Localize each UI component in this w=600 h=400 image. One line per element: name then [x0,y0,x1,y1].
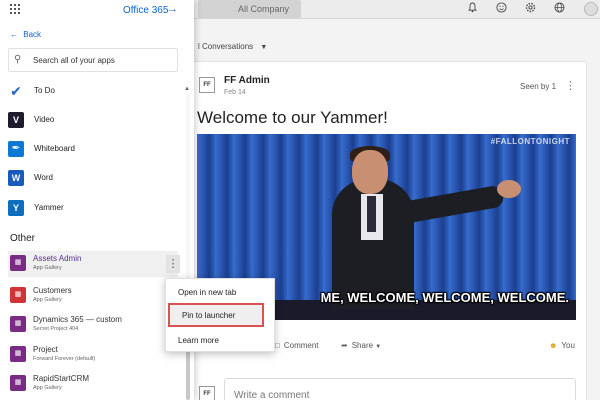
reaction-icon: ☻ [549,341,558,350]
share-action[interactable]: ➦ Share ▼ [341,341,381,350]
back-label: Back [23,30,42,39]
other-app-customers[interactable]: ▦ Customers App Gallery [8,283,178,307]
app-name: To Do [34,86,55,95]
smiley-icon[interactable] [494,2,509,17]
scroll-up-icon[interactable]: ▲ [184,86,190,92]
presenter-head [352,150,388,194]
office365-link[interactable]: Office 365 [123,5,168,16]
video-icon: V [8,112,24,128]
other-app-name: Customers [33,286,72,295]
post-date[interactable]: Feb 14 [224,89,246,96]
other-app-name: Assets Admin [33,254,82,263]
yammer-icon: Y [8,200,24,216]
app-item-whiteboard[interactable]: ✒ Whiteboard [8,139,178,159]
feed-filter-label: l Conversations [198,42,254,51]
other-app-dynamics[interactable]: ▦ Dynamics 365 — custom Secret Project 4… [8,312,178,336]
post-author[interactable]: FF Admin [224,75,270,86]
app-item-todo[interactable]: ✔ To Do [8,81,178,101]
powerapps-icon: ▦ [10,255,26,271]
comment-action[interactable]: □ Comment [275,341,319,350]
menu-item-pin-to-launcher[interactable]: Pin to launcher [168,303,264,327]
reaction-summary[interactable]: ☻ You [549,341,575,350]
app-context-menu: Open in new tab Pin to launcher Learn mo… [165,278,275,352]
search-icon: ⚲ [14,54,22,65]
comment-label: Comment [283,341,319,350]
avatar[interactable] [582,2,600,17]
whiteboard-icon: ✒ [8,141,24,157]
group-selector[interactable]: All Company [198,0,301,18]
back-button[interactable]: ← Back [10,30,41,39]
share-label: Share [351,341,374,350]
post-title: Welcome to our Yammer! [197,108,388,127]
app-item-yammer[interactable]: Y Yammer [8,198,178,218]
other-app-source: Secret Project 404 [33,326,79,332]
globe-icon[interactable] [552,2,567,17]
other-heading: Other [10,233,36,244]
arrow-left-icon: ← [10,30,18,39]
post-more-icon[interactable]: ⋮ [565,81,576,92]
other-app-name: Dynamics 365 — custom [33,315,122,324]
gif-watermark: #FALLONTONIGHT [490,137,570,146]
powerapps-icon: ▦ [10,346,26,362]
customers-icon: ▦ [10,287,26,303]
share-icon: ➦ [341,341,348,350]
app-name: Yammer [34,203,64,212]
todo-icon: ✔ [10,83,22,99]
comment-input[interactable]: Write a comment [224,378,576,400]
bell-icon[interactable] [465,2,480,17]
commenter-avatar: FF [199,386,215,400]
powerapps-icon: ▦ [10,316,26,332]
author-avatar[interactable]: FF [199,77,215,93]
chevron-down-icon: ▼ [260,44,268,51]
other-app-source: App Gallery [33,297,62,303]
other-app-assets-admin[interactable]: ▦ Assets Admin App Gallery ⋮ [8,251,180,277]
search-placeholder: Search all of your apps [33,56,115,65]
feed-filter[interactable]: l Conversations ▼ [198,42,267,51]
other-app-rapidstartcrm[interactable]: ▦ RapidStartCRM App Gallery [8,371,178,395]
other-app-project[interactable]: ▦ Project Forward Forever (default) [8,342,178,366]
app-item-word[interactable]: W Word [8,168,178,188]
menu-item-learn-more[interactable]: Learn more [166,330,274,350]
word-icon: W [8,170,24,186]
other-app-name: RapidStartCRM [33,374,90,383]
comment-icon: □ [275,341,280,350]
presenter-hand [497,180,521,198]
chevron-down-icon: ▼ [375,344,382,350]
other-app-source: App Gallery [33,385,62,391]
other-app-name: Project [33,345,58,354]
seen-by[interactable]: Seen by 1 [520,82,556,91]
waffle-icon[interactable] [10,4,21,15]
app-name: Video [34,115,55,124]
other-app-source: App Gallery [33,265,62,271]
gear-icon[interactable] [523,2,538,17]
app-name: Word [34,173,53,182]
arrow-right-icon[interactable]: → [167,3,178,15]
other-app-source: Forward Forever (default) [33,356,96,362]
app-name: Whiteboard [34,144,75,153]
presenter-tie [367,196,376,232]
more-options-icon[interactable]: ⋮ [166,255,180,273]
app-item-video[interactable]: V Video [8,110,178,130]
app-search-input[interactable]: ⚲ Search all of your apps [8,48,178,72]
menu-item-open-new-tab[interactable]: Open in new tab [166,282,274,302]
powerapps-icon: ▦ [10,375,26,391]
reaction-label: You [561,341,575,350]
